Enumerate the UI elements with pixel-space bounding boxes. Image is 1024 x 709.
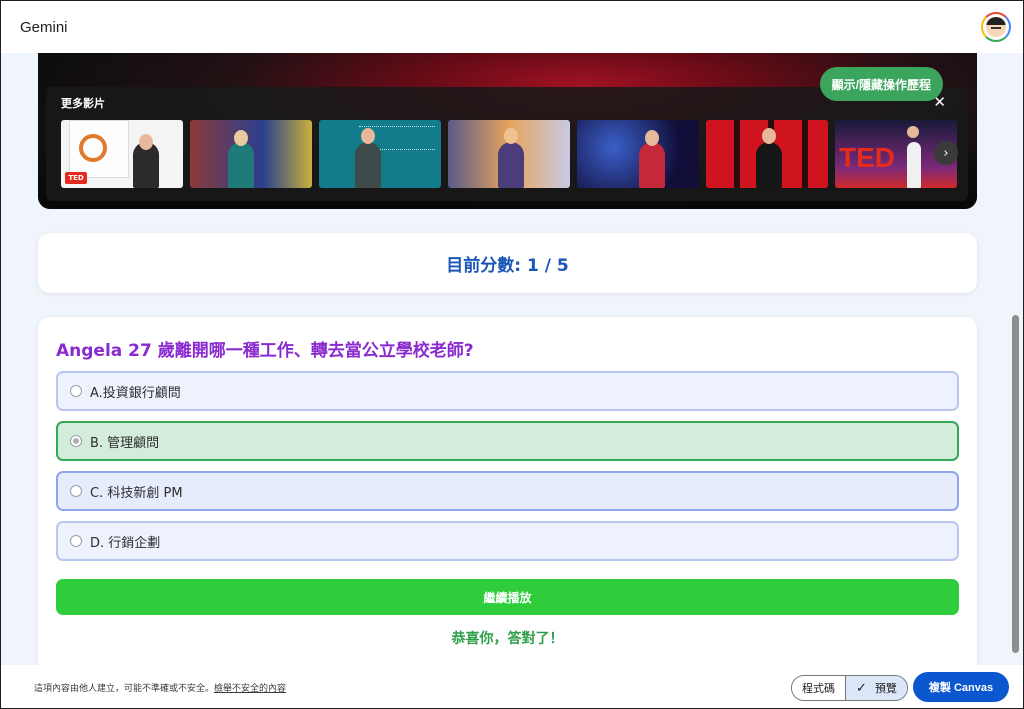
video-thumbnail-2[interactable] [190,120,312,188]
feedback-message: 恭喜你，答對了！ [451,631,564,647]
view-toggle: 程式碼 ✓ 預覽 [791,675,908,701]
option-a[interactable]: A.投資銀行顧問 [56,371,959,411]
score-text: 目前分數: 1 / 5 [446,255,569,276]
report-unsafe-link[interactable]: 檢舉不安全的內容 [214,684,286,694]
avatar-image [986,17,1006,37]
chevron-right-icon[interactable]: › [934,141,958,165]
check-icon: ✓ [856,680,867,696]
option-label: C. 科技新創 PM [90,485,183,501]
app-title: Gemini [20,18,68,36]
video-thumbnail-4[interactable] [448,120,570,188]
question-title: Angela 27 歲離開哪一種工作、轉去當公立學校老師? [56,341,474,361]
disclaimer-text: 這項內容由他人建立，可能不準確或不安全。 [34,684,215,694]
disclaimer: 這項內容由他人建立，可能不準確或不安全。檢舉不安全的內容 [34,681,286,694]
tab-code[interactable]: 程式碼 [792,676,845,700]
option-c[interactable]: C. 科技新創 PM [56,471,959,511]
scrollbar-thumb[interactable] [1012,315,1019,653]
video-thumbnails: TED TED [61,120,957,188]
radio-icon [70,535,82,547]
option-d[interactable]: D. 行銷企劃 [56,521,959,561]
toggle-history-button[interactable]: 顯示/隱藏操作歷程 [819,67,943,101]
video-thumbnail-6[interactable] [706,120,828,188]
option-label: B. 管理顧問 [90,435,160,451]
option-b[interactable]: B. 管理顧問 [56,421,959,461]
continue-button[interactable]: 繼續播放 [56,579,959,615]
video-thumbnail-5[interactable] [577,120,699,188]
video-player[interactable]: 更多影片 ✕ TED TED › 顯示/隱藏操作歷程 [38,53,977,209]
top-bar: Gemini [1,1,1023,53]
tab-preview[interactable]: ✓ 預覽 [845,676,907,700]
radio-icon [70,385,82,397]
video-thumbnail-3[interactable] [319,120,441,188]
video-thumbnail-1[interactable]: TED [61,120,183,188]
option-label: A.投資銀行顧問 [90,385,181,401]
tab-code-label: 程式碼 [802,682,835,695]
score-card: 目前分數: 1 / 5 [38,233,977,293]
question-card: Angela 27 歲離開哪一種工作、轉去當公立學校老師? A.投資銀行顧問 B… [38,317,977,665]
option-label: D. 行銷企劃 [90,535,161,551]
radio-icon [70,485,82,497]
user-avatar[interactable] [981,12,1011,42]
tab-preview-label: 預覽 [874,682,897,695]
copy-canvas-button[interactable]: 複製 Canvas [913,672,1009,702]
more-videos-label: 更多影片 [61,97,105,110]
more-videos-panel: 更多影片 ✕ TED TED › [46,87,968,201]
canvas-preview: 更多影片 ✕ TED TED › 顯示/隱藏操作歷程 目前分數: 1 / 5 A… [1,53,1023,665]
radio-checked-icon [70,435,82,447]
footer-bar: 這項內容由他人建立，可能不準確或不安全。檢舉不安全的內容 程式碼 ✓ 預覽 複製… [1,665,1023,708]
